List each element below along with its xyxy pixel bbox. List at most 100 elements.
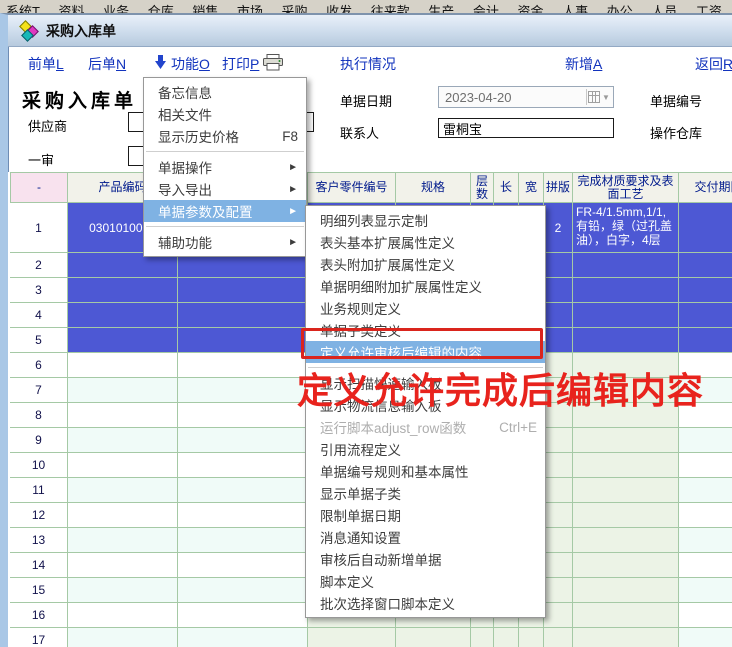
table-cell[interactable] (68, 453, 178, 478)
table-cell[interactable] (178, 528, 308, 553)
config-menu-item[interactable]: 业务规则定义 (306, 297, 545, 319)
table-cell[interactable] (68, 603, 178, 628)
config-menu-item[interactable]: 限制单据日期 (306, 504, 545, 526)
table-cell[interactable] (178, 478, 308, 503)
table-cell[interactable] (68, 528, 178, 553)
app-menu-item[interactable]: 会计 (473, 1, 499, 13)
table-cell[interactable] (178, 428, 308, 453)
row-number-cell[interactable]: 3 (10, 278, 68, 303)
row-number-cell[interactable]: 5 (10, 328, 68, 353)
table-cell[interactable] (68, 503, 178, 528)
table-cell[interactable] (573, 278, 679, 303)
app-menu-item[interactable]: 采购 (282, 1, 308, 13)
app-menu-item[interactable]: 收发 (326, 1, 352, 13)
column-header[interactable]: 交付期限 (679, 172, 732, 203)
table-cell[interactable] (544, 428, 573, 453)
function-menu-item[interactable]: 单据操作► (144, 156, 306, 178)
row-number-cell[interactable]: 7 (10, 378, 68, 403)
app-menu-item[interactable]: 办公 (607, 1, 633, 13)
app-menu-item[interactable]: 往来款 (371, 1, 410, 13)
table-cell[interactable] (679, 503, 732, 528)
table-cell[interactable] (178, 578, 308, 603)
row-number-cell[interactable]: 4 (10, 303, 68, 328)
config-menu-item[interactable]: 审核后自动新增单据 (306, 548, 545, 570)
config-menu-item[interactable]: 引用流程定义 (306, 438, 545, 460)
app-menu-item[interactable]: 销售 (192, 1, 218, 13)
table-cell[interactable] (68, 553, 178, 578)
table-cell[interactable] (178, 603, 308, 628)
table-cell[interactable] (573, 578, 679, 603)
table-cell[interactable] (178, 278, 308, 303)
row-number-cell[interactable]: 12 (10, 503, 68, 528)
table-cell[interactable] (178, 353, 308, 378)
table-cell[interactable] (68, 628, 178, 647)
table-cell[interactable] (573, 303, 679, 328)
table-cell[interactable] (573, 478, 679, 503)
printer-icon[interactable] (262, 54, 284, 74)
row-number-cell[interactable]: 16 (10, 603, 68, 628)
config-menu-item[interactable]: 表头附加扩展属性定义 (306, 253, 545, 275)
function-menu-item[interactable]: 显示历史价格F8 (144, 125, 306, 147)
table-cell[interactable] (544, 253, 573, 278)
row-number-cell[interactable]: 14 (10, 553, 68, 578)
table-cell[interactable] (519, 628, 544, 647)
table-cell[interactable] (178, 453, 308, 478)
app-menu-item[interactable]: 生产 (428, 1, 454, 13)
config-menu-item[interactable]: 脚本定义 (306, 570, 545, 592)
table-cell[interactable] (178, 628, 308, 647)
table-cell[interactable] (68, 353, 178, 378)
table-cell[interactable] (544, 478, 573, 503)
config-menu-item[interactable]: 单据明细附加扩展属性定义 (306, 275, 545, 297)
doc-date-input[interactable]: 2023-04-20 ▼ (438, 86, 614, 108)
row-number-cell[interactable]: 17 (10, 628, 68, 647)
table-cell[interactable] (68, 578, 178, 603)
table-cell[interactable] (573, 503, 679, 528)
table-cell[interactable] (544, 453, 573, 478)
table-cell[interactable] (544, 278, 573, 303)
table-cell[interactable]: FR-4/1.5mm,1/1, 有铅，绿（过孔盖油），白字，4层 (573, 203, 679, 253)
config-menu-item[interactable]: 显示单据子类 (306, 482, 545, 504)
table-cell[interactable] (679, 578, 732, 603)
table-cell[interactable] (178, 328, 308, 353)
table-cell[interactable] (573, 553, 679, 578)
table-cell[interactable] (573, 428, 679, 453)
app-menu-item[interactable]: 仓库 (148, 1, 174, 13)
table-cell[interactable] (679, 628, 732, 647)
table-cell[interactable] (573, 528, 679, 553)
function-menu-item[interactable]: 相关文件 (144, 103, 306, 125)
table-cell[interactable] (494, 628, 519, 647)
table-cell[interactable] (679, 553, 732, 578)
column-header[interactable]: 完成材质要求及表面工艺 (573, 172, 679, 203)
table-cell[interactable] (68, 378, 178, 403)
config-menu-item[interactable]: 批次选择窗口脚本定义 (306, 592, 545, 614)
table-cell[interactable] (178, 303, 308, 328)
table-cell[interactable] (573, 453, 679, 478)
table-cell[interactable] (544, 578, 573, 603)
column-header[interactable]: 拼版 (544, 172, 573, 203)
app-menu-item[interactable]: 资料 (59, 1, 85, 13)
table-cell[interactable] (573, 253, 679, 278)
app-menu-item[interactable]: 工资 (696, 1, 722, 13)
table-cell[interactable] (178, 553, 308, 578)
execution-status-button[interactable]: 执行情况 (340, 54, 396, 74)
table-cell[interactable] (68, 278, 178, 303)
config-menu-item[interactable]: 单据编号规则和基本属性 (306, 460, 545, 482)
app-menu-item[interactable]: 人事 (562, 1, 588, 13)
column-header[interactable]: - (10, 172, 68, 203)
table-cell[interactable] (178, 403, 308, 428)
table-cell[interactable] (308, 628, 396, 647)
table-cell[interactable] (396, 628, 471, 647)
add-new-button[interactable]: 新增A (565, 54, 602, 74)
row-number-cell[interactable]: 1 (10, 203, 68, 253)
table-cell[interactable] (679, 278, 732, 303)
function-menu-item[interactable]: 备忘信息 (144, 81, 306, 103)
row-number-cell[interactable]: 8 (10, 403, 68, 428)
column-header[interactable]: 宽 (519, 172, 544, 203)
table-cell[interactable] (679, 453, 732, 478)
prev-doc-button[interactable]: 前单L (28, 54, 64, 74)
table-cell[interactable]: 2 (544, 203, 573, 253)
config-menu-item[interactable]: 消息通知设置 (306, 526, 545, 548)
table-cell[interactable] (68, 478, 178, 503)
table-cell[interactable] (679, 478, 732, 503)
function-menu-item[interactable]: 单据参数及配置► (144, 200, 306, 222)
